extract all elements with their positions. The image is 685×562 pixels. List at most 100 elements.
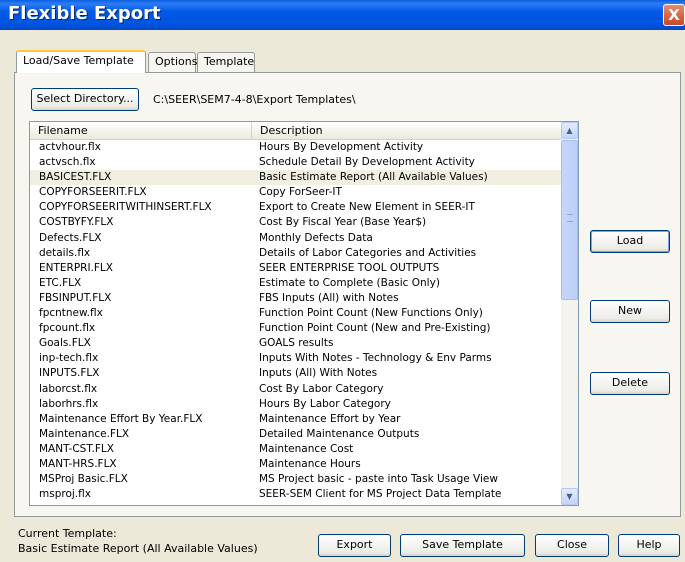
filename-cell: ENTERPRI.FLX (39, 261, 113, 274)
list-item[interactable]: MSProj Basic.FLX MS Project basic - paste… (30, 472, 562, 487)
list-item[interactable]: msproj.flx SEER-SEM Client for MS Project… (30, 487, 562, 502)
list-header: Filename Description (30, 122, 562, 140)
template-list[interactable]: Filename Description actvhour.flx Hours B… (29, 121, 579, 506)
description-cell: Function Point Count (New and Pre-Existi… (259, 322, 491, 335)
list-item[interactable]: inp-tech.flx Inputs With Notes - Technolo… (30, 351, 562, 366)
list-item[interactable]: COPYFORSEERITWITHINSERT.FLX Export to Cre… (30, 200, 562, 215)
filename-column-header[interactable]: Filename (30, 122, 252, 140)
vertical-scrollbar[interactable]: ▲ ▼ (561, 122, 578, 505)
filename-cell: laborcst.flx (39, 382, 98, 395)
filename-cell: COSTBYFY.FLX (39, 216, 114, 229)
export-button[interactable]: Export (318, 534, 391, 557)
description-cell: FBS Inputs (All) with Notes (259, 291, 399, 304)
filename-cell: COPYFORSEERITWITHINSERT.FLX (39, 201, 212, 214)
tab-panel: Select Directory... C:\SEER\SEM7-4-8\Exp… (14, 72, 681, 517)
description-cell: Export to Create New Element in SEER-IT (259, 201, 475, 214)
filename-cell: Maintenance Effort By Year.FLX (39, 412, 203, 425)
scroll-down-arrow-icon[interactable]: ▼ (561, 488, 578, 505)
list-item[interactable]: Goals.FLX GOALS results (30, 336, 562, 351)
list-item[interactable]: Maintenance.FLX Detailed Maintenance Outp… (30, 427, 562, 442)
list-item[interactable]: BASICEST.FLX Basic Estimate Report (All A… (30, 170, 562, 186)
filename-cell: MANT-CST.FLX (39, 442, 114, 455)
grip-icon (567, 214, 573, 222)
filename-cell: ETC.FLX (39, 276, 82, 289)
filename-cell: actvhour.flx (39, 141, 101, 153)
list-item[interactable]: Defects.FLX Monthly Defects Data (30, 231, 562, 246)
description-cell: Schedule Detail By Development Activity (259, 156, 475, 169)
delete-button[interactable]: Delete (590, 372, 670, 395)
scrollbar-thumb[interactable] (561, 140, 578, 300)
description-cell: Hours By Labor Category (259, 397, 391, 410)
description-cell: Basic Estimate Report (All Available Val… (259, 171, 488, 184)
filename-cell: msproj.flx (39, 488, 91, 501)
list-item[interactable]: INPUTS.FLX Inputs (All) With Notes (30, 366, 562, 381)
description-cell: Details of Labor Categories and Activiti… (259, 246, 477, 259)
save-template-button[interactable]: Save Template (400, 534, 525, 557)
description-cell: Hours By Development Activity (259, 141, 424, 153)
description-cell: Inputs With Notes - Technology & Env Par… (259, 352, 492, 365)
filename-cell: MSProj Basic.FLX (39, 473, 128, 486)
filename-cell: Defects.FLX (39, 231, 102, 244)
description-cell: Inputs (All) With Notes (259, 367, 378, 380)
tab-load-save-template[interactable]: Load/Save Template (16, 50, 146, 73)
description-cell: Detailed Maintenance Outputs (259, 427, 420, 440)
filename-cell: BASICEST.FLX (39, 171, 112, 184)
list-item[interactable]: MANT-CST.FLX Maintenance Cost (30, 442, 562, 457)
scroll-up-arrow-icon[interactable]: ▲ (561, 122, 578, 139)
description-cell: Estimate to Complete (Basic Only) (259, 276, 440, 289)
filename-cell: FBSINPUT.FLX (39, 291, 112, 304)
description-column-header[interactable]: Description (252, 122, 562, 140)
list-item[interactable]: details.flx Details of Labor Categories a… (30, 246, 562, 261)
description-cell: SEER-SEM Client for MS Project Data Temp… (259, 488, 502, 501)
filename-cell: INPUTS.FLX (39, 367, 100, 380)
filename-cell: fpcntnew.flx (39, 307, 103, 320)
list-item[interactable]: laborhrs.flx Hours By Labor Category (30, 397, 562, 412)
description-cell: Cost By Fiscal Year (Base Year$) (259, 216, 427, 229)
description-cell: Maintenance Hours (259, 457, 361, 470)
close-window-button[interactable]: X (663, 4, 685, 26)
help-button[interactable]: Help (618, 534, 680, 557)
select-directory-button[interactable]: Select Directory... (31, 88, 139, 111)
filename-cell: laborhrs.flx (39, 397, 99, 410)
list-item[interactable]: COSTBYFY.FLX Cost By Fiscal Year (Base Ye… (30, 215, 562, 230)
description-cell: Maintenance Cost (259, 442, 354, 455)
list-item[interactable]: Maintenance Effort By Year.FLX Maintenanc… (30, 412, 562, 427)
description-cell: SEER ENTERPRISE TOOL OUTPUTS (259, 261, 440, 274)
description-cell: Monthly Defects Data (259, 231, 373, 244)
current-template-value: Basic Estimate Report (All Available Val… (18, 542, 258, 555)
list-item[interactable]: laborcst.flx Cost By Labor Category (30, 382, 562, 397)
description-cell: GOALS results (259, 337, 334, 350)
description-cell: MS Project basic - paste into Task Usage… (259, 473, 498, 486)
tab-template[interactable]: Template (197, 52, 255, 72)
description-cell: Maintenance Effort by Year (259, 412, 401, 425)
filename-cell: actvsch.flx (39, 156, 96, 169)
window-title: Flexible Export (8, 3, 161, 24)
list-item[interactable]: actvhour.flx Hours By Development Activit… (30, 140, 562, 155)
list-item[interactable]: COPYFORSEERIT.FLX Copy ForSeer-IT (30, 185, 562, 200)
filename-cell: Maintenance.FLX (39, 427, 130, 440)
list-item[interactable]: fpcount.flx Function Point Count (New and… (30, 321, 562, 336)
description-cell: Function Point Count (New Functions Only… (259, 307, 483, 320)
description-cell: Cost By Labor Category (259, 382, 384, 395)
filename-cell: inp-tech.flx (39, 352, 99, 365)
list-item[interactable]: MANT-HRS.FLX Maintenance Hours (30, 457, 562, 472)
current-template-label: Current Template: (18, 527, 117, 540)
filename-cell: MANT-HRS.FLX (39, 457, 117, 470)
tab-options[interactable]: Options (148, 52, 197, 72)
filename-cell: details.flx (39, 246, 91, 259)
list-item[interactable]: ENTERPRI.FLX SEER ENTERPRISE TOOL OUTPUTS (30, 261, 562, 276)
list-item[interactable]: ETC.FLX Estimate to Complete (Basic Only) (30, 276, 562, 291)
new-button[interactable]: New (590, 300, 670, 323)
title-bar[interactable]: Flexible Export X (0, 0, 685, 30)
filename-cell: Goals.FLX (39, 337, 91, 350)
dialog-body: Load/Save Template Options Template Sele… (4, 30, 681, 560)
description-cell: Copy ForSeer-IT (259, 186, 342, 199)
load-button[interactable]: Load (590, 230, 670, 253)
directory-path: C:\SEER\SEM7-4-8\Export Templates\ (153, 93, 356, 106)
list-rows: actvhour.flx Hours By Development Activit… (30, 140, 562, 502)
list-item[interactable]: fpcntnew.flx Function Point Count (New Fu… (30, 306, 562, 321)
close-button[interactable]: Close (535, 534, 609, 557)
list-item[interactable]: actvsch.flx Schedule Detail By Developmen… (30, 155, 562, 170)
filename-cell: COPYFORSEERIT.FLX (39, 186, 147, 199)
list-item[interactable]: FBSINPUT.FLX FBS Inputs (All) with Notes (30, 291, 562, 306)
